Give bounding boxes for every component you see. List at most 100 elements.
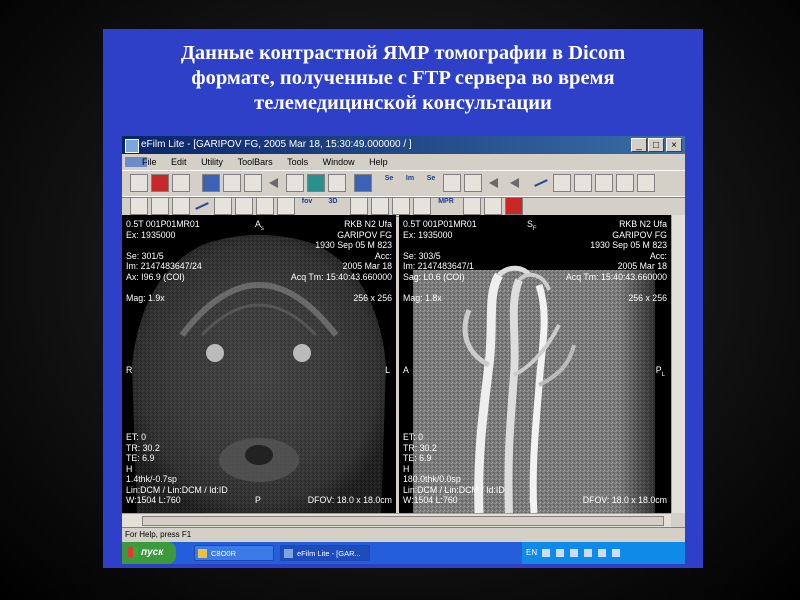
right-viewport-sagittal[interactable]: 0.5T 001P01MR01 Ex: 1935000 Se: 303/5 Im… <box>399 215 671 513</box>
cine-icon[interactable] <box>443 174 461 192</box>
fov-button[interactable]: fov <box>298 197 316 215</box>
overlay-line: 180.0thk/0.0sp <box>403 474 461 484</box>
magnifier-icon[interactable] <box>307 174 325 192</box>
start-button[interactable]: пуск <box>122 542 176 564</box>
layout-icon[interactable] <box>354 174 372 192</box>
mpr-button[interactable]: MPR <box>434 197 458 215</box>
key-image-icon[interactable] <box>350 197 368 215</box>
crosshair-icon[interactable] <box>616 174 634 192</box>
delete-icon[interactable] <box>151 174 169 192</box>
start-label: пуск <box>141 547 164 558</box>
language-indicator[interactable]: EN <box>522 548 537 557</box>
overlay-line: ET: 0 <box>126 432 147 442</box>
menu-help[interactable]: Help <box>363 154 394 170</box>
angle-tool-icon[interactable] <box>553 174 571 192</box>
invert-icon[interactable] <box>256 197 274 215</box>
efilm-icon <box>284 549 293 558</box>
menu-window[interactable]: Window <box>317 154 361 170</box>
tray-icon[interactable] <box>556 548 565 557</box>
annotation-icon[interactable] <box>464 174 482 192</box>
roi-tool-icon[interactable] <box>595 174 613 192</box>
line-tool-icon[interactable] <box>532 174 550 192</box>
taskbar-item-efilm[interactable]: eFilm Lite - [GAR... <box>280 545 370 561</box>
arrow-left-icon[interactable] <box>265 174 283 192</box>
menu-bar: File Edit Utility ToolBars Tools Window … <box>122 154 685 170</box>
link-icon[interactable] <box>214 197 232 215</box>
menu-file[interactable]: File <box>136 154 163 170</box>
minimize-button[interactable]: _ <box>631 138 647 152</box>
flip-icon[interactable] <box>130 197 148 215</box>
left-viewport-axial[interactable]: 0.5T 001P01MR01 Ex: 1935000 Se: 301/5 Im… <box>122 215 396 513</box>
overlay-line: Mag: 1.9x <box>126 292 165 303</box>
window-level-icon[interactable] <box>202 174 220 192</box>
stack-icon[interactable] <box>392 197 410 215</box>
arrow-prev-icon[interactable] <box>506 174 524 192</box>
left-overlay-bottom-left: ET: 0 TR: 30.2 TE: 6.9 H 1.4thk/-0.7sp L… <box>126 432 228 506</box>
left-overlay-top-left: 0.5T 001P01MR01 Ex: 1935000 Se: 301/5 Im… <box>126 219 202 303</box>
overlay-line: 1930 Sep 05 M 823 <box>590 240 667 250</box>
rotate-icon[interactable] <box>151 197 169 215</box>
tray-icon[interactable] <box>570 548 579 557</box>
image-next-icon[interactable]: Im <box>401 174 419 192</box>
orientation-subscript: F <box>532 225 537 232</box>
export-icon[interactable] <box>505 197 523 215</box>
overlay-line: 0.5T 001P01MR01 <box>126 219 200 229</box>
slide-title: Данные контрастной ЯМР томографии в Dico… <box>103 41 703 116</box>
menu-edit[interactable]: Edit <box>165 154 193 170</box>
menu-toolbars[interactable]: ToolBars <box>232 154 279 170</box>
slab-icon[interactable] <box>371 197 389 215</box>
windows-logo-icon <box>128 547 138 558</box>
orientation-subscript: L <box>661 371 665 378</box>
print-icon[interactable] <box>484 197 502 215</box>
overlay-line <box>126 240 202 251</box>
move-icon[interactable] <box>223 174 241 192</box>
orientation-subscript: s <box>260 225 264 232</box>
task-label: C8O0R <box>211 549 237 558</box>
vertical-scrollbar[interactable] <box>671 215 685 513</box>
tray-icon[interactable] <box>542 548 551 557</box>
tray-icon[interactable] <box>584 548 593 557</box>
overlay-line: Ax: I96.9 (COI) <box>126 271 185 282</box>
series-prev-icon[interactable]: Se <box>422 174 440 192</box>
right-overlay-top-right: RKB N2 Ufa GARIPOV FG 1930 Sep 05 M 823 … <box>566 219 667 303</box>
ellipse-tool-icon[interactable] <box>574 174 592 192</box>
overlay-line: W:1504 L:760 <box>126 495 181 505</box>
overlay-line: W:1504 L:760 <box>403 495 458 505</box>
menu-tools[interactable]: Tools <box>281 154 314 170</box>
arrow-back-icon[interactable] <box>485 174 503 192</box>
scrollbar-thumb[interactable] <box>142 516 664 526</box>
sync-icon[interactable] <box>235 197 253 215</box>
help-icon[interactable] <box>130 174 148 192</box>
reference-line-icon[interactable] <box>193 197 211 215</box>
tray-icon[interactable] <box>598 548 607 557</box>
maximize-button[interactable]: □ <box>648 138 664 152</box>
overlay-line: 256 x 256 <box>353 292 392 303</box>
orientation-subscript: n <box>531 501 535 508</box>
overlay-line: GARIPOV FG <box>612 229 667 240</box>
window-titlebar[interactable]: eFilm Lite - [GARIPOV FG, 2005 Mar 18, 1… <box>122 136 685 154</box>
star-icon[interactable] <box>637 174 655 192</box>
series-next-icon[interactable]: Se <box>380 174 398 192</box>
mip-icon[interactable] <box>413 197 431 215</box>
menu-utility[interactable]: Utility <box>195 154 229 170</box>
overlay-line <box>403 282 477 293</box>
histogram-icon[interactable] <box>463 197 481 215</box>
scout-icon[interactable] <box>172 197 190 215</box>
zoom-icon[interactable] <box>244 174 262 192</box>
tray-icon[interactable] <box>612 548 621 557</box>
measure-icon[interactable] <box>286 174 304 192</box>
overlay-line <box>566 282 667 293</box>
close-button[interactable]: × <box>666 138 682 152</box>
taskbar-item-folder[interactable]: C8O0R <box>194 545 274 561</box>
cube-icon[interactable] <box>172 174 190 192</box>
grid-icon[interactable] <box>328 174 346 192</box>
pan-icon[interactable] <box>277 197 295 215</box>
windows-taskbar: пуск C8O0R eFilm Lite - [GAR... EN <box>122 542 685 564</box>
horizontal-scrollbar[interactable] <box>122 513 671 527</box>
overlay-line: TE: 6.9 <box>126 453 155 463</box>
overlay-line: Se: 301/5 <box>126 250 164 261</box>
overlay-line: Im: 2147483647/24 <box>126 261 202 271</box>
overlay-line: TR: 30.2 <box>403 442 437 453</box>
3d-button[interactable]: 3D <box>321 197 345 215</box>
overlay-line: TR: 30.2 <box>126 442 160 453</box>
